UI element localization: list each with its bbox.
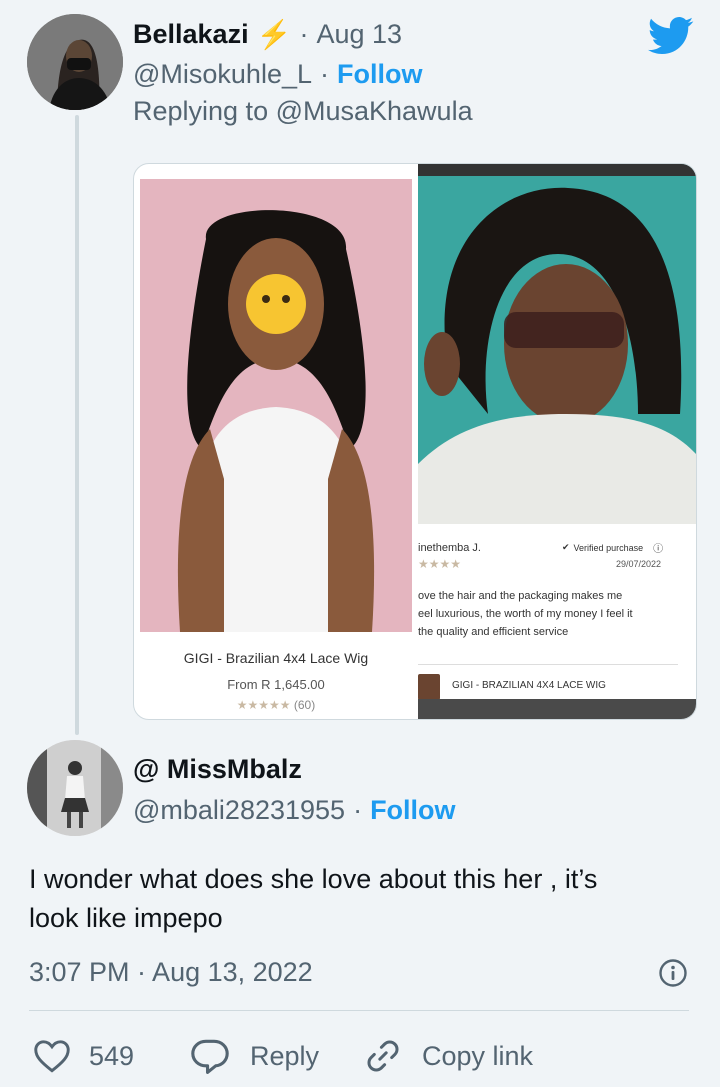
reply-label: Reply (250, 1040, 320, 1071)
main-author-name[interactable]: @ MissMbalz (133, 754, 302, 785)
quoted-handle[interactable]: @Misokuhle_L (133, 59, 312, 90)
reply-button[interactable]: Reply (190, 1036, 319, 1076)
review-bottom-bar (418, 699, 696, 719)
reviewer-name: inethemba J. (418, 542, 481, 554)
product-rating-stars: ★★★★★ (236, 698, 291, 712)
review-date: 29/07/2022 (616, 559, 662, 569)
link-icon (367, 1040, 399, 1072)
main-author-avatar[interactable] (27, 740, 123, 836)
like-count: 549 (89, 1040, 135, 1071)
product-price: From R 1,645.00 (227, 677, 325, 692)
main-handle[interactable]: @mbali28231955 (133, 795, 345, 826)
separator-dot: · (299, 18, 309, 49)
quoted-date[interactable]: Aug 13 (316, 19, 402, 50)
review-divider (418, 664, 678, 665)
tweet-timestamp[interactable]: 3:07 PM · Aug 13, 2022 (29, 957, 313, 988)
media-card[interactable]: GIGI - Brazilian 4x4 Lace Wig From R 1,6… (133, 163, 697, 720)
product-tag-label[interactable]: GIGI - BRAZILIAN 4X4 LACE WIG (452, 680, 606, 691)
follow-button[interactable]: Follow (370, 795, 455, 826)
thread-connector-line (75, 115, 79, 735)
tweet-text-line-2: look like impepo (29, 903, 223, 933)
copy-link-label: Copy link (422, 1040, 534, 1071)
review-line-2: eel luxurious, the worth of my money I f… (418, 608, 633, 620)
product-name[interactable]: GIGI - Brazilian 4x4 Lace Wig (134, 650, 418, 666)
quoted-author-avatar[interactable] (27, 14, 123, 110)
review-line-1: ove the hair and the packaging makes me (418, 590, 623, 602)
like-button[interactable]: 549 (33, 1036, 134, 1076)
footer-divider (29, 1010, 689, 1011)
separator-dot: · (353, 794, 363, 825)
lightning-emoji-icon: ⚡ (256, 18, 292, 50)
product-photo[interactable] (140, 179, 412, 632)
replying-to-text[interactable]: Replying to @MusaKhawula (133, 96, 473, 127)
twitter-bird-icon[interactable] (647, 16, 694, 56)
review-stars: ★★★★ (418, 557, 462, 571)
copy-link-button[interactable]: Copy link (364, 1036, 533, 1076)
info-icon[interactable]: ⓘ (653, 540, 663, 555)
follow-button[interactable]: Follow (337, 59, 422, 90)
tweet-text-line-1: I wonder what does she love about this h… (29, 864, 598, 894)
review-line-3: the quality and efficient service (418, 626, 569, 638)
product-rating-count: (60) (293, 698, 316, 712)
verified-check-icon: ✔ (562, 542, 570, 552)
review-photo[interactable] (418, 164, 696, 524)
info-icon[interactable] (658, 958, 688, 988)
quoted-author-name[interactable]: Bellakazi (133, 19, 249, 50)
reply-bubble-icon (191, 1039, 229, 1074)
heart-icon (34, 1040, 70, 1073)
separator-dot: · (320, 58, 329, 89)
product-tag-thumbnail[interactable] (418, 674, 440, 700)
verified-label: Verified purchase (573, 542, 644, 553)
